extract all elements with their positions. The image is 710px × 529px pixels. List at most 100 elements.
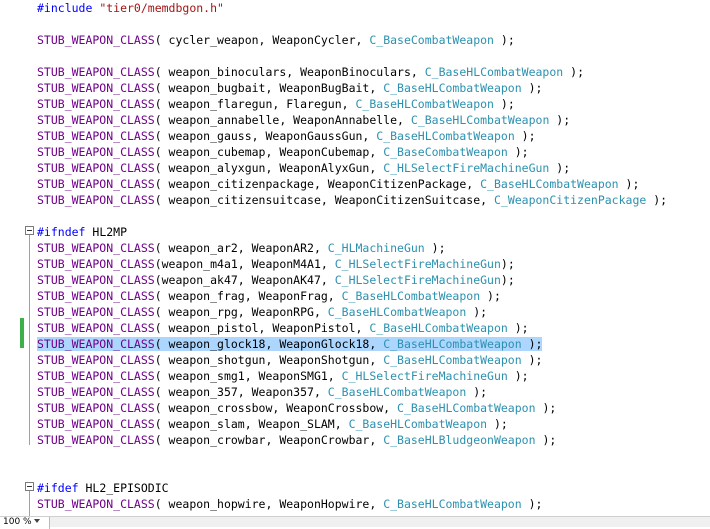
line-text: #ifndef HL2MP [37, 225, 127, 239]
line-text: STUB_WEAPON_CLASS( weapon_citizenpackage… [37, 177, 639, 191]
token-type: C_BaseHLCombatWeapon [383, 337, 522, 351]
token-plain: ( weapon_shotgun, WeaponShotgun, [154, 353, 384, 367]
code-line[interactable]: STUB_WEAPON_CLASS( weapon_alyxgun, Weapo… [37, 160, 570, 176]
token-plain: (weapon_m4a1, WeaponM4A1, [154, 257, 335, 271]
token-plain: ( weapon_frag, WeaponFrag, [154, 289, 342, 303]
line-text: STUB_WEAPON_CLASS( weapon_hopwire, Weapo… [37, 497, 542, 511]
code-line[interactable]: STUB_WEAPON_CLASS( weapon_slam, Weapon_S… [37, 416, 508, 432]
token-plain: ); [521, 81, 543, 95]
code-line[interactable]: STUB_WEAPON_CLASS( weapon_annabelle, Wea… [37, 112, 570, 128]
token-type: C_BaseHLCombatWeapon [341, 289, 481, 303]
token-plain: ); [466, 385, 488, 399]
code-line[interactable]: STUB_WEAPON_CLASS(weapon_ak47, WeaponAK4… [37, 272, 515, 288]
token-macro: STUB_WEAPON_CLASS [37, 273, 155, 287]
token-plain: ( weapon_crowbar, WeaponCrowbar, [154, 433, 384, 447]
change-marker [20, 318, 24, 348]
token-type: C_BaseHLCombatWeapon [327, 305, 467, 319]
dropdown-arrow-icon[interactable] [34, 519, 40, 523]
code-line[interactable]: STUB_WEAPON_CLASS( weapon_flaregun, Flar… [37, 96, 515, 112]
code-editor[interactable]: #include "tier0/memdbgon.h" STUB_WEAPON_C… [0, 0, 710, 516]
code-line[interactable]: STUB_WEAPON_CLASS( weapon_rpg, WeaponRPG… [37, 304, 487, 320]
token-plain: ); [493, 33, 515, 47]
code-line[interactable]: #ifdef HL2_EPISODIC [37, 480, 169, 496]
code-line[interactable]: STUB_WEAPON_CLASS( cycler_weapon, Weapon… [37, 32, 515, 48]
line-text: STUB_WEAPON_CLASS( weapon_crossbow, Weap… [37, 401, 556, 415]
token-macro: STUB_WEAPON_CLASS [37, 353, 155, 367]
token-plain: HL2MP [85, 225, 128, 239]
token-string: "tier0/memdbgon.h" [99, 1, 224, 15]
collapse-ifdef-icon[interactable] [25, 482, 34, 491]
code-line[interactable]: STUB_WEAPON_CLASS( weapon_pistol, Weapon… [37, 320, 529, 336]
token-plain: ); [535, 401, 557, 415]
code-line[interactable]: STUB_WEAPON_CLASS( weapon_crossbow, Weap… [37, 400, 556, 416]
token-type: C_BaseHLCombatWeapon [369, 321, 508, 335]
code-line[interactable]: STUB_WEAPON_CLASS( weapon_glock18, Weapo… [37, 336, 543, 352]
line-text: STUB_WEAPON_CLASS( weapon_bugbait, Weapo… [37, 81, 542, 95]
token-plain: ( weapon_citizenpackage, WeaponCitizenPa… [154, 177, 481, 191]
token-plain: ( weapon_annabelle, WeaponAnnabelle, [154, 113, 411, 127]
code-line[interactable]: STUB_WEAPON_CLASS( weapon_bugbait, Weapo… [37, 80, 542, 96]
line-text: STUB_WEAPON_CLASS( weapon_frag, WeaponFr… [37, 289, 501, 303]
token-type: C_BaseHLCombatWeapon [397, 401, 536, 415]
token-directive: #ifndef [37, 225, 86, 239]
line-text: STUB_WEAPON_CLASS( weapon_slam, Weapon_S… [37, 417, 508, 431]
line-text: STUB_WEAPON_CLASS( weapon_shotgun, Weapo… [37, 353, 542, 367]
token-plain: ( weapon_binoculars, WeaponBinoculars, [154, 65, 425, 79]
code-line[interactable]: STUB_WEAPON_CLASS( weapon_smg1, WeaponSM… [37, 368, 529, 384]
code-line[interactable]: STUB_WEAPON_CLASS( weapon_crowbar, Weapo… [37, 432, 556, 448]
collapse-ifndef-icon[interactable] [25, 226, 34, 235]
token-plain: ); [500, 257, 515, 271]
token-macro: STUB_WEAPON_CLASS [37, 417, 155, 431]
token-type: C_HLMachineGun [327, 241, 425, 255]
code-line[interactable]: #include "tier0/memdbgon.h" [37, 0, 224, 16]
line-text: STUB_WEAPON_CLASS( weapon_flaregun, Flar… [37, 97, 515, 111]
line-text: STUB_WEAPON_CLASS( weapon_357, Weapon357… [37, 385, 487, 399]
token-directive: #include [37, 1, 100, 15]
token-type: C_BaseHLCombatWeapon [383, 353, 522, 367]
token-plain: ( weapon_357, Weapon357, [154, 385, 328, 399]
code-line[interactable]: STUB_WEAPON_CLASS( weapon_binoculars, We… [37, 64, 584, 80]
code-line[interactable]: STUB_WEAPON_CLASS( weapon_citizensuitcas… [37, 192, 667, 208]
token-plain: ( cycler_weapon, WeaponCycler, [154, 33, 370, 47]
token-macro: STUB_WEAPON_CLASS [37, 257, 155, 271]
line-text: #include "tier0/memdbgon.h" [37, 1, 224, 15]
token-macro: STUB_WEAPON_CLASS [37, 433, 155, 447]
line-text: STUB_WEAPON_CLASS( weapon_cubemap, Weapo… [37, 145, 529, 159]
token-plain: ); [500, 273, 515, 287]
token-directive: #ifdef [37, 481, 79, 495]
code-line[interactable]: #ifndef HL2MP [37, 224, 127, 240]
code-line[interactable]: STUB_WEAPON_CLASS(weapon_m4a1, WeaponM4A… [37, 256, 515, 272]
token-plain: ( weapon_hopwire, WeaponHopwire, [154, 497, 384, 511]
code-line[interactable]: STUB_WEAPON_CLASS( weapon_shotgun, Weapo… [37, 352, 542, 368]
token-plain: ( weapon_cubemap, WeaponCubemap, [154, 145, 384, 159]
token-plain: ); [549, 161, 571, 175]
token-type: C_BaseHLCombatWeapon [424, 65, 564, 79]
code-line[interactable]: STUB_WEAPON_CLASS( weapon_frag, WeaponFr… [37, 288, 501, 304]
code-line[interactable]: STUB_WEAPON_CLASS( weapon_hopwire, Weapo… [37, 496, 542, 512]
code-line[interactable]: STUB_WEAPON_CLASS( weapon_ar2, WeaponAR2… [37, 240, 446, 256]
token-plain: ( weapon_bugbait, WeaponBugBait, [154, 81, 384, 95]
token-type: C_BaseHLCombatWeapon [376, 129, 515, 143]
line-text: STUB_WEAPON_CLASS( weapon_crowbar, Weapo… [37, 433, 556, 447]
token-plain: ); [507, 369, 529, 383]
token-plain: ( weapon_glock18, WeaponGlock18, [154, 337, 384, 351]
code-line[interactable]: STUB_WEAPON_CLASS( weapon_357, Weapon357… [37, 384, 487, 400]
token-macro: STUB_WEAPON_CLASS [37, 33, 155, 47]
token-plain: ( weapon_gauss, WeaponGaussGun, [154, 129, 377, 143]
line-text: STUB_WEAPON_CLASS(weapon_ak47, WeaponAK4… [37, 273, 515, 287]
zoom-dropdown[interactable]: 100 % [0, 517, 50, 529]
code-line[interactable]: STUB_WEAPON_CLASS( weapon_gauss, WeaponG… [37, 128, 536, 144]
code-line[interactable]: STUB_WEAPON_CLASS( weapon_cubemap, Weapo… [37, 144, 529, 160]
token-type: C_HLSelectFireMachineGun [334, 273, 501, 287]
outline-guide [29, 235, 30, 445]
line-text: STUB_WEAPON_CLASS( weapon_rpg, WeaponRPG… [37, 305, 487, 319]
token-macro: STUB_WEAPON_CLASS [37, 65, 155, 79]
token-plain: ); [646, 193, 668, 207]
token-macro: STUB_WEAPON_CLASS [37, 129, 155, 143]
token-plain: ); [521, 497, 543, 511]
status-bar [0, 516, 710, 527]
token-plain: ); [487, 417, 508, 431]
code-line[interactable]: STUB_WEAPON_CLASS( weapon_citizenpackage… [37, 176, 639, 192]
token-plain: ); [549, 113, 571, 127]
token-plain: ); [563, 65, 584, 79]
